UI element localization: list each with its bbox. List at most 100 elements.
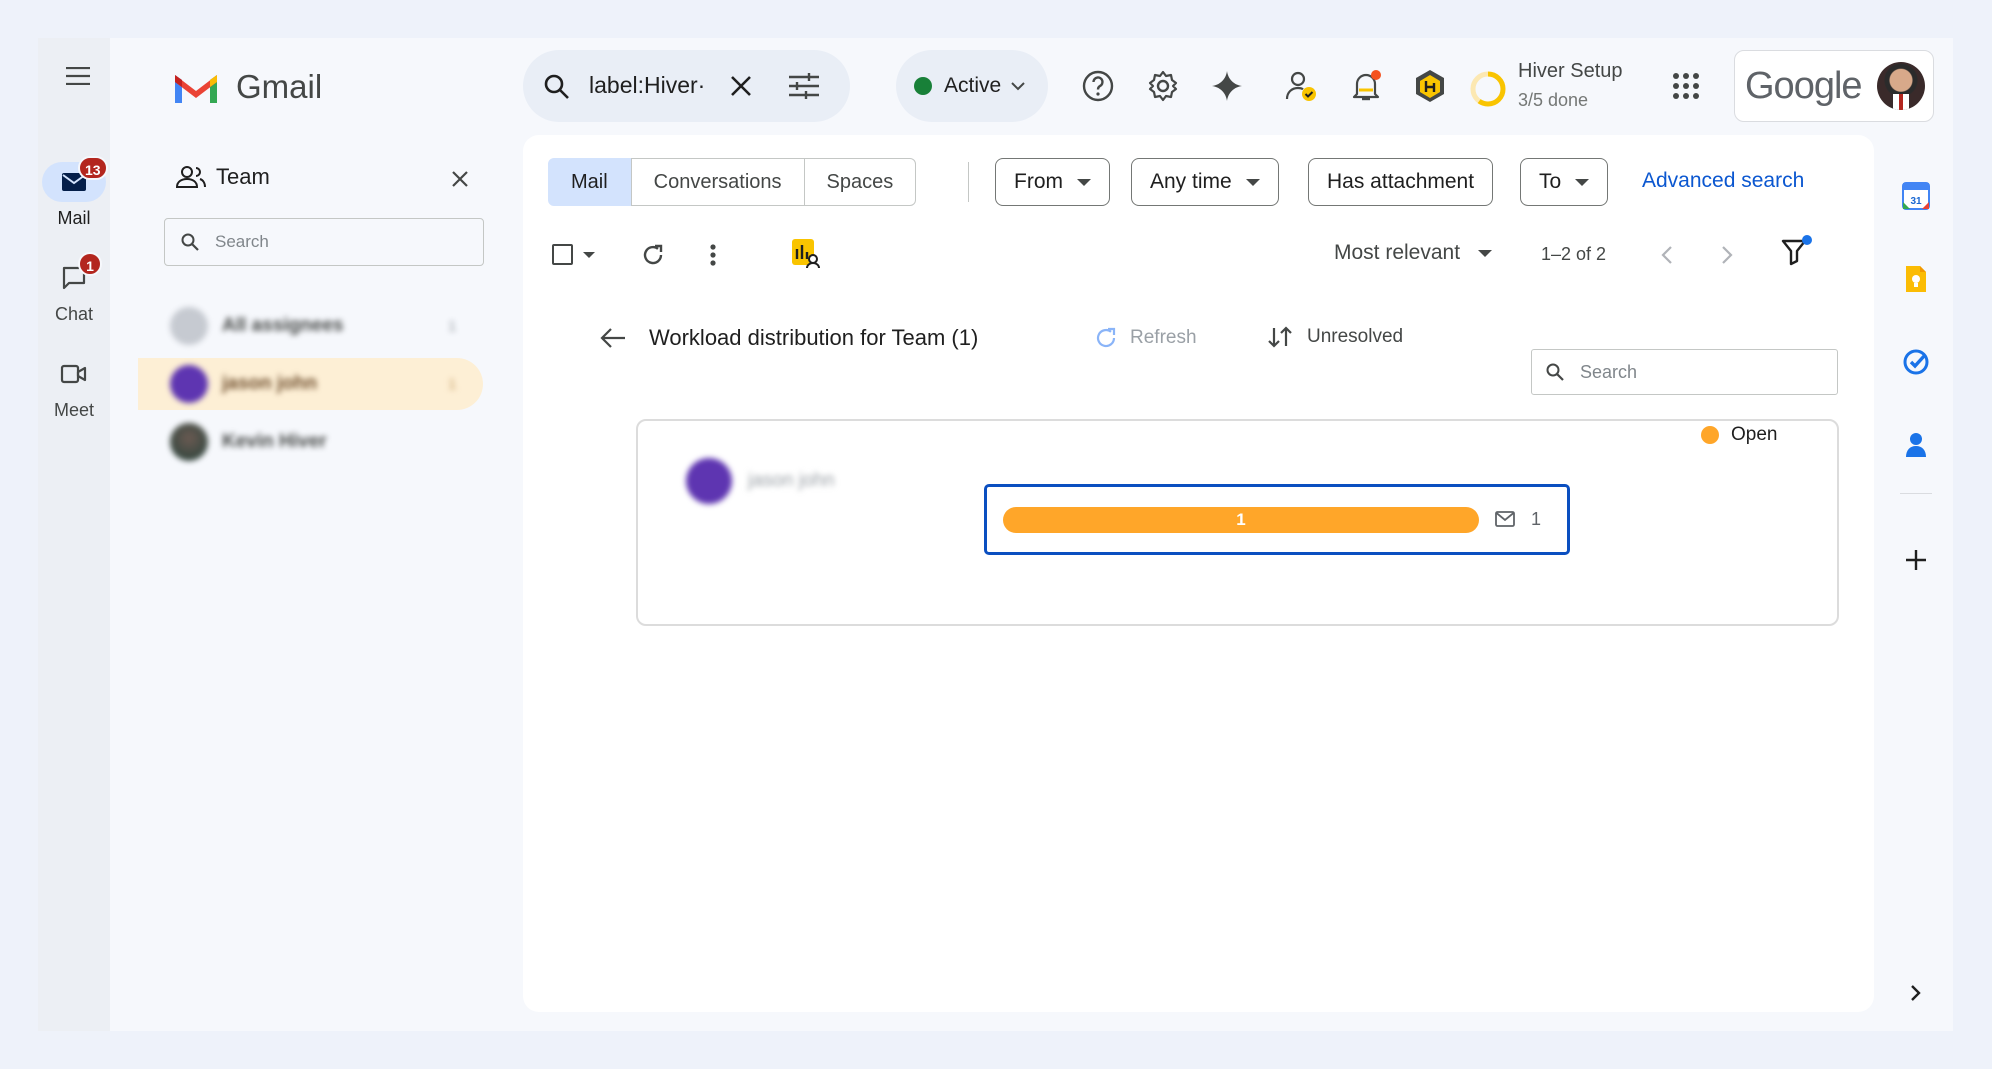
filter-to[interactable]: To — [1520, 158, 1609, 206]
assignee-name: Kevin Hiver — [222, 431, 327, 452]
filter-has-attachment[interactable]: Has attachment — [1308, 158, 1494, 206]
search-input[interactable]: label:Hiver· — [589, 72, 714, 99]
assignee-jason-john[interactable]: jason john 1 — [138, 358, 483, 410]
workload-report-icon[interactable] — [790, 237, 820, 269]
calendar-app-button[interactable]: 31 — [1896, 176, 1936, 216]
tab-spaces[interactable]: Spaces — [803, 158, 917, 206]
filter-from[interactable]: From — [995, 158, 1110, 206]
calendar-icon: 31 — [1902, 182, 1930, 210]
open-count-bar[interactable]: 1 — [1003, 507, 1479, 533]
search-icon — [1546, 363, 1564, 381]
rail-meet[interactable]: Meet — [24, 354, 124, 421]
gmail-app: 13 Mail 1 Chat Meet Gmail label:Hiver· A… — [38, 38, 1953, 1031]
rail-chat[interactable]: 1 Chat — [24, 252, 124, 325]
contacts-icon — [1906, 433, 1926, 457]
assignee-count: 1 — [448, 317, 457, 335]
refresh-label: Refresh — [1130, 327, 1197, 348]
main-menu-button[interactable] — [58, 56, 98, 96]
filter-any-time[interactable]: Any time — [1131, 158, 1279, 206]
account-avatar[interactable] — [1877, 62, 1925, 110]
team-panel-title: Team — [216, 164, 270, 189]
rail-mail[interactable]: 13 Mail — [24, 156, 124, 229]
expand-side-panel-button[interactable] — [1896, 973, 1936, 1013]
tab-mail[interactable]: Mail — [548, 158, 631, 206]
tasks-icon — [1903, 349, 1929, 375]
google-apps-button[interactable] — [1666, 66, 1706, 106]
status-label: Active — [944, 74, 1002, 97]
search-icon — [544, 74, 569, 99]
keep-app-button[interactable] — [1896, 259, 1936, 299]
close-panel-icon[interactable] — [451, 170, 469, 188]
hiver-extension-button[interactable] — [1410, 66, 1450, 106]
assignee-kevin-hiver[interactable]: Kevin Hiver — [138, 416, 483, 468]
plus-icon — [1906, 550, 1926, 570]
gmail-m-icon — [175, 75, 217, 103]
advanced-search-link[interactable]: Advanced search — [1642, 169, 1804, 193]
status-dropdown[interactable]: Active — [896, 50, 1048, 122]
notifications-button[interactable] — [1346, 66, 1386, 106]
assignee-all[interactable]: All assignees 1 — [138, 300, 483, 352]
caret-down-icon — [1245, 178, 1260, 186]
chat-unread-badge: 1 — [78, 252, 102, 276]
refresh-workload-button[interactable]: Refresh — [1094, 326, 1197, 350]
refresh-icon[interactable] — [641, 243, 665, 267]
setup-progress-text: 3/5 done — [1518, 90, 1589, 110]
help-icon — [1082, 70, 1114, 102]
google-account-box[interactable]: Google — [1734, 50, 1934, 122]
unresolved-filter[interactable]: Unresolved — [1267, 326, 1403, 348]
avatar — [170, 365, 208, 403]
legend-open: Open — [1701, 424, 1777, 446]
filter-to-label: To — [1539, 170, 1562, 193]
settings-button[interactable] — [1143, 66, 1183, 106]
hiver-assign-button[interactable] — [1281, 66, 1321, 106]
assignee-name: All assignees — [222, 315, 344, 336]
search-icon — [181, 233, 199, 251]
assignee-count: 1 — [448, 375, 457, 393]
keep-icon — [1906, 266, 1926, 292]
workload-title: Workload distribution for Team (1) — [649, 325, 979, 350]
gmail-logo[interactable]: Gmail — [172, 68, 322, 106]
mail-search-bar[interactable]: label:Hiver· — [523, 50, 850, 122]
filter-funnel-icon[interactable] — [1780, 234, 1814, 268]
setup-title: Hiver Setup — [1518, 60, 1623, 82]
svg-text:31: 31 — [1910, 196, 1922, 207]
status-dot — [914, 77, 932, 95]
sparkle-icon — [1212, 71, 1242, 101]
apps-grid-icon — [1673, 73, 1699, 99]
chevron-down-icon — [1011, 81, 1025, 90]
checkbox-icon — [552, 244, 573, 265]
tab-conversations[interactable]: Conversations — [630, 158, 804, 206]
add-addon-button[interactable] — [1896, 540, 1936, 580]
rail-mail-label: Mail — [57, 208, 91, 228]
select-all-checkbox[interactable] — [552, 244, 595, 265]
caret-down-icon — [583, 251, 595, 258]
clear-search-icon[interactable] — [729, 74, 753, 98]
gemini-button[interactable] — [1207, 66, 1247, 106]
bell-icon — [1352, 70, 1381, 101]
setup-progress-ring — [1470, 71, 1506, 107]
search-options-icon[interactable] — [789, 73, 819, 99]
chevron-left-icon[interactable] — [1661, 245, 1673, 265]
back-arrow-icon[interactable] — [600, 327, 626, 349]
workload-row-agent[interactable]: jason john — [686, 458, 835, 504]
chevron-right-icon[interactable] — [1721, 245, 1733, 265]
total-count: 1 — [1531, 509, 1542, 529]
legend-label: Open — [1731, 424, 1778, 445]
caret-down-icon — [1575, 178, 1590, 186]
team-search-field[interactable]: Search — [164, 218, 484, 266]
legend-swatch — [1701, 426, 1719, 444]
more-vert-icon[interactable] — [709, 243, 717, 267]
contacts-app-button[interactable] — [1896, 425, 1936, 465]
google-wordmark: Google — [1745, 65, 1863, 107]
workload-search-field[interactable]: Search — [1531, 349, 1838, 395]
tasks-app-button[interactable] — [1896, 342, 1936, 382]
refresh-icon — [1096, 327, 1116, 348]
rail-meet-label: Meet — [53, 400, 95, 420]
mail-unread-badge: 13 — [78, 156, 108, 180]
menu-icon — [66, 67, 90, 85]
hiver-setup-progress[interactable]: Hiver Setup 3/5 done — [1468, 58, 1628, 118]
sort-dropdown[interactable]: Most relevant — [1334, 241, 1493, 265]
help-button[interactable] — [1078, 66, 1118, 106]
workload-search-placeholder: Search — [1580, 361, 1638, 382]
workload-bar-row[interactable]: 1 1 — [984, 484, 1570, 555]
